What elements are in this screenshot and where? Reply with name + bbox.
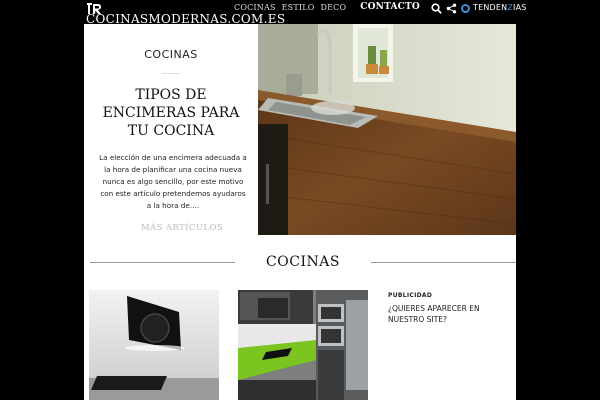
feature-excerpt: La elección de una encimera adecuada a l… [99,153,247,210]
more-articles-link[interactable]: MÁS ARTÍCULOS [84,223,280,233]
feature-category[interactable]: COCINAS [84,48,258,61]
site-title[interactable]: COCINASMODERNAS.COM.ES [86,13,285,25]
trends-icon[interactable] [461,4,470,13]
main-nav: COCINAS ESTILO DECO CONTACTO [234,2,420,12]
article-thumbnail-kitchen[interactable] [238,290,368,400]
right-margin [516,24,600,400]
advertising-label: PUBLICIDAD [388,292,433,299]
trends-link[interactable]: TENDENZIAS [473,3,527,12]
category-divider [162,73,180,74]
feature-image[interactable] [258,24,516,235]
section-divider-right [371,262,516,263]
nav-item-contacto[interactable]: CONTACTO [360,2,420,12]
nav-item-cocinas[interactable]: COCINAS [234,3,276,12]
trends-label-end: IAS [513,3,527,12]
article-thumbnail-hood[interactable] [89,290,219,400]
feature-headline[interactable]: TIPOS DE ENCIMERAS PARA TU COCINA [94,86,248,140]
advertising-link[interactable]: ¿QUIERES APARECER EN NUESTRO SITE? [388,303,518,325]
feature-article: COCINAS TIPOS DE ENCIMERAS PARA TU COCIN… [84,24,258,235]
nav-item-deco[interactable]: DECO [321,3,347,12]
section-title[interactable]: COCINAS [235,254,371,270]
trends-label-start: TENDEN [473,3,508,12]
nav-item-estilo[interactable]: ESTILO [282,3,315,12]
section-divider-left [90,262,235,263]
search-icon[interactable] [431,3,442,14]
share-icon[interactable] [446,3,457,14]
